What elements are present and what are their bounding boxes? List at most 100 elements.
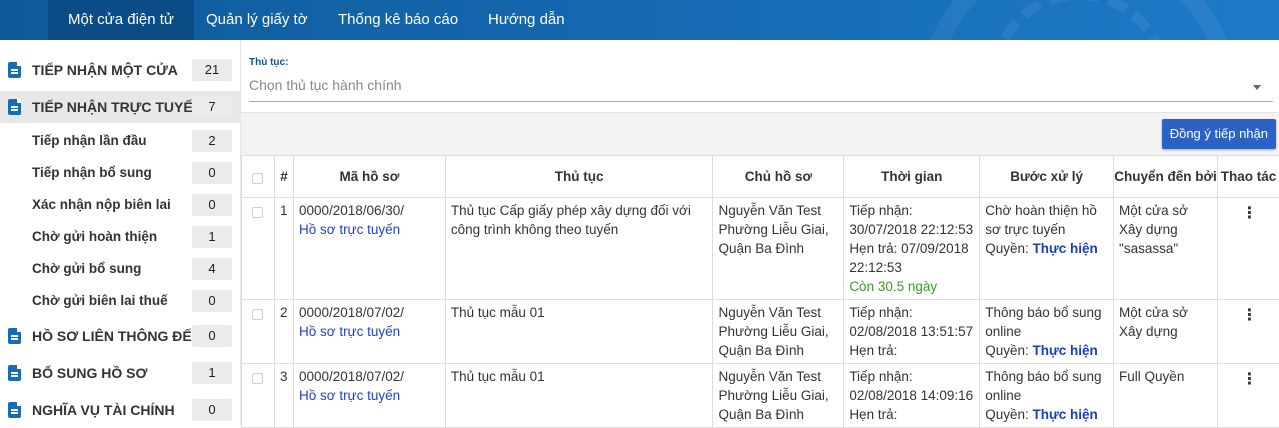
select-all-cell — [242, 156, 275, 198]
sidebar-item-label: HỒ SƠ LIÊN THÔNG ĐẾN — [32, 320, 202, 352]
procedure-select[interactable]: Chọn thủ tục hành chính — [249, 74, 1273, 102]
sidebar-item-tiep-nhan-truc-tuyen[interactable]: TIẾP NHẬN TRỰC TUYẾN 7 — [0, 91, 240, 123]
caret-down-icon[interactable] — [1253, 85, 1261, 90]
row-permission-label: Quyền: — [985, 407, 1029, 422]
table-row: 3 0000/2018/07/02/ Hồ sơ trực tuyến Thủ … — [242, 364, 1279, 428]
sidebar-item-label: Xác nhận nộp biên lai — [32, 189, 171, 221]
row-procedure: Thủ tục Cấp giấy phép xây dựng đối với c… — [445, 198, 713, 300]
row-step: Thông báo bổ sung online — [985, 303, 1108, 341]
row-permission-label: Quyền: — [985, 241, 1029, 256]
row-procedure: Thủ tục mẫu 01 — [445, 364, 713, 428]
row-step-cell: Thông báo bổ sung online Quyền: Thực hiệ… — [980, 364, 1114, 428]
row-permission-label: Quyền: — [985, 343, 1029, 358]
row-owner: Nguyễn Văn Test Phường Liễu Giai, Quận B… — [713, 300, 844, 364]
column-header-owner: Chủ hồ sơ — [713, 156, 844, 198]
more-actions-icon[interactable]: ⋮ — [1241, 209, 1255, 219]
nav-quan-ly-giay-to[interactable]: Quản lý giấy tờ — [186, 0, 328, 40]
sidebar-item-label: Chờ gửi biên lai thuế — [32, 285, 168, 317]
row-checkbox[interactable] — [252, 309, 263, 320]
sidebar-item-bo-sung-ho-so[interactable]: BỔ SUNG HỒ SƠ 1 — [0, 357, 240, 389]
row-code-cell: 0000/2018/06/30/ Hồ sơ trực tuyến — [293, 198, 445, 300]
sidebar-item-ho-so-lien-thong-den[interactable]: HỒ SƠ LIÊN THÔNG ĐẾN 0 — [0, 320, 240, 352]
action-bar: Đồng ý tiếp nhận — [241, 112, 1279, 155]
sidebar-item-cho-gui-hoan-thien[interactable]: Chờ gửi hoàn thiện 1 — [0, 221, 240, 253]
row-time-received: Tiếp nhận: 02/08/2018 14:09:16 — [849, 367, 974, 405]
row-code: 0000/2018/07/02/ — [299, 303, 440, 322]
column-header-from: Chuyển đến bởi — [1114, 156, 1218, 198]
sidebar-item-count: 0 — [192, 194, 232, 216]
row-permission-link[interactable]: Thực hiện — [1033, 241, 1098, 256]
table-header-row: # Mã hồ sơ Thủ tục Chủ hồ sơ Thời gian B… — [242, 156, 1279, 198]
row-owner: Nguyễn Văn Test Phường Liễu Giai, Quận B… — [713, 364, 844, 428]
online-record-link[interactable]: Hồ sơ trực tuyến — [299, 322, 440, 341]
row-procedure: Thủ tục mẫu 01 — [445, 300, 713, 364]
main-content: Thủ tục: Chọn thủ tục hành chính Đồng ý … — [240, 40, 1279, 425]
sidebar-item-xac-nhan-nop-bien-lai[interactable]: Xác nhận nộp biên lai 0 — [0, 189, 240, 221]
accept-button[interactable]: Đồng ý tiếp nhận — [1162, 119, 1276, 149]
document-icon — [8, 328, 21, 344]
row-permission-link[interactable]: Thực hiện — [1033, 343, 1098, 358]
row-checkbox[interactable] — [252, 373, 263, 384]
row-select-cell — [242, 300, 275, 364]
sidebar-item-cho-gui-bien-lai-thue[interactable]: Chờ gửi biên lai thuế 0 — [0, 285, 240, 317]
sidebar-item-tiep-nhan-bo-sung[interactable]: Tiếp nhận bổ sung 0 — [0, 157, 240, 189]
row-permission-link[interactable]: Thực hiện — [1033, 407, 1098, 422]
document-icon — [8, 402, 21, 418]
row-time-received: Tiếp nhận: 30/07/2018 22:12:53 — [849, 201, 974, 239]
procedure-label: Thủ tục: — [249, 57, 288, 68]
row-number: 2 — [274, 300, 293, 364]
sidebar-item-count: 0 — [192, 399, 232, 421]
sidebar-item-tiep-nhan-mot-cua[interactable]: TIẾP NHẬN MỘT CỬA 21 — [0, 54, 240, 86]
sidebar-item-label: Tiếp nhận lần đầu — [32, 125, 147, 157]
sidebar-item-count: 1 — [192, 362, 232, 384]
column-header-time: Thời gian — [844, 156, 980, 198]
nav-mot-cua-dien-tu[interactable]: Một cửa điện tử — [48, 0, 194, 40]
sidebar-item-cho-gui-bo-sung[interactable]: Chờ gửi bổ sung 4 — [0, 253, 240, 285]
row-number: 3 — [274, 364, 293, 428]
row-time-remaining: Còn 30.5 ngày — [849, 277, 974, 296]
online-record-link[interactable]: Hồ sơ trực tuyến — [299, 386, 440, 405]
sidebar-item-count: 21 — [192, 59, 232, 81]
sidebar-item-count: 2 — [192, 130, 232, 152]
sidebar-item-count: 0 — [192, 325, 232, 347]
row-code: 0000/2018/07/02/ — [299, 367, 440, 386]
column-header-code: Mã hồ sơ — [293, 156, 445, 198]
online-record-link[interactable]: Hồ sơ trực tuyến — [299, 220, 440, 239]
table-row: 1 0000/2018/06/30/ Hồ sơ trực tuyến Thủ … — [242, 198, 1279, 300]
sidebar-item-label: Chờ gửi hoàn thiện — [32, 221, 157, 253]
row-checkbox[interactable] — [252, 207, 263, 218]
nav-huong-dan[interactable]: Hướng dẫn — [468, 0, 585, 40]
row-time-due: Hẹn trả: — [849, 341, 974, 360]
sidebar: TIẾP NHẬN MỘT CỬA 21 TIẾP NHẬN TRỰC TUYẾ… — [0, 40, 240, 425]
sidebar-item-label: Chờ gửi bổ sung — [32, 253, 141, 285]
nav-thong-ke-bao-cao[interactable]: Thống kê báo cáo — [318, 0, 478, 40]
select-all-checkbox[interactable] — [252, 173, 263, 184]
sidebar-item-label: TIẾP NHẬN TRỰC TUYẾN — [32, 91, 203, 123]
row-code-cell: 0000/2018/07/02/ Hồ sơ trực tuyến — [293, 364, 445, 428]
sidebar-item-label: Tiếp nhận bổ sung — [32, 157, 152, 189]
sidebar-item-count: 7 — [192, 96, 232, 118]
sidebar-item-tiep-nhan-lan-dau[interactable]: Tiếp nhận lần đầu 2 — [0, 125, 240, 157]
row-time-cell: Tiếp nhận: 02/08/2018 14:09:16 Hẹn trả: — [844, 364, 980, 428]
row-owner: Nguyễn Văn Test Phường Liễu Giai, Quận B… — [713, 198, 844, 300]
more-actions-icon[interactable]: ⋮ — [1241, 311, 1255, 321]
row-time-cell: Tiếp nhận: 02/08/2018 13:51:57 Hẹn trả: — [844, 300, 980, 364]
row-step: Chờ hoàn thiện hồ sơ trực tuyến — [985, 201, 1108, 239]
row-code: 0000/2018/06/30/ — [299, 201, 440, 220]
column-header-actions: Thao tác — [1217, 156, 1279, 198]
column-header-number: # — [274, 156, 293, 198]
row-number: 1 — [274, 198, 293, 300]
sidebar-item-count: 4 — [192, 258, 232, 280]
sidebar-item-nghia-vu-tai-chinh[interactable]: NGHĨA VỤ TÀI CHÍNH 0 — [0, 394, 240, 426]
row-actions-cell: ⋮ — [1217, 364, 1279, 428]
row-step: Thông báo bổ sung online — [985, 367, 1108, 405]
column-header-step: Bước xử lý — [980, 156, 1114, 198]
sidebar-item-count: 1 — [192, 226, 232, 248]
row-time-due: Hẹn trả: 07/09/2018 22:12:53 — [849, 239, 974, 277]
row-actions-cell: ⋮ — [1217, 300, 1279, 364]
row-step-cell: Chờ hoàn thiện hồ sơ trực tuyến Quyền: T… — [980, 198, 1114, 300]
row-time-cell: Tiếp nhận: 30/07/2018 22:12:53 Hẹn trả: … — [844, 198, 980, 300]
row-actions-cell: ⋮ — [1217, 198, 1279, 300]
more-actions-icon[interactable]: ⋮ — [1241, 375, 1255, 385]
row-from: Một cửa sở Xây dựng — [1114, 300, 1218, 364]
